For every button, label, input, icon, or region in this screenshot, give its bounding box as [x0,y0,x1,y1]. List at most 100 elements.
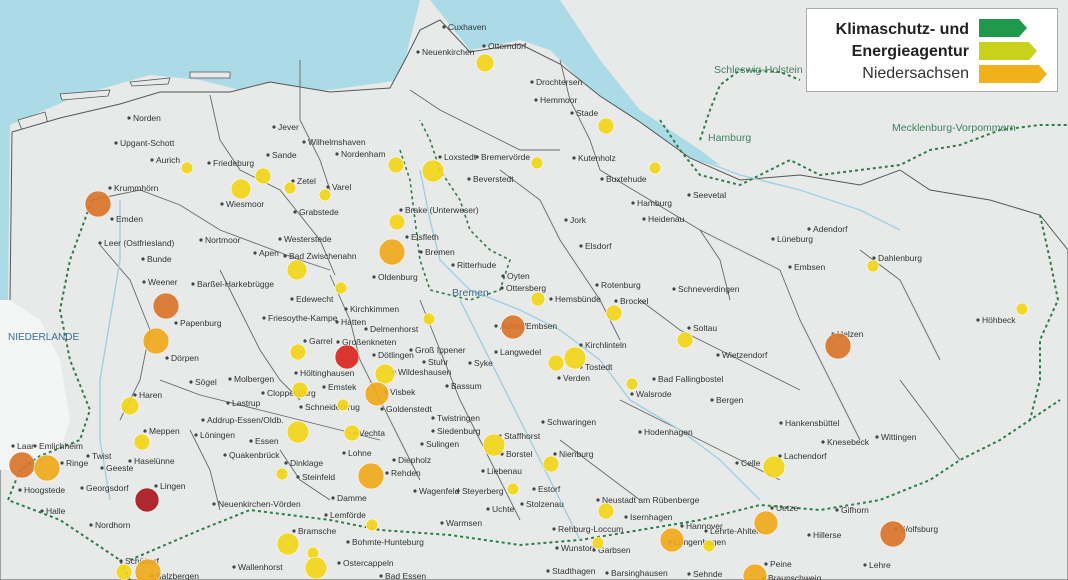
location-marker[interactable] [286,259,308,281]
location-marker[interactable] [625,377,639,391]
location-marker[interactable] [388,213,406,231]
location-marker[interactable] [475,53,495,73]
location-marker[interactable] [597,117,615,135]
location-marker[interactable] [387,156,405,174]
place-dot [416,50,420,54]
place-dot [212,502,216,506]
location-marker[interactable] [530,291,546,307]
place-dot [501,274,505,278]
location-marker[interactable] [142,327,170,355]
place-label: Quakenbrück [229,450,280,460]
place-dot [467,177,471,181]
location-marker[interactable] [334,281,348,295]
place-dot [438,155,442,159]
location-marker[interactable] [648,161,662,175]
location-marker[interactable] [364,381,390,407]
location-marker[interactable] [563,346,587,370]
location-marker[interactable] [8,451,36,479]
location-marker[interactable] [334,344,360,370]
location-marker[interactable] [374,363,396,385]
location-marker[interactable] [659,527,685,553]
place-label: Rehden [391,468,421,478]
place-dot [595,283,599,287]
location-marker[interactable] [152,292,180,320]
location-marker[interactable] [254,167,272,185]
place-label: Dinklage [290,458,323,468]
location-marker[interactable] [422,312,436,326]
location-marker[interactable] [133,433,151,451]
place-label: Celle [741,458,761,468]
place-label: Jork [570,215,587,225]
location-marker[interactable] [1015,302,1029,316]
location-marker[interactable] [753,510,779,536]
state-border-sh [699,68,801,141]
location-marker[interactable] [336,398,350,412]
location-marker[interactable] [421,159,445,183]
location-marker[interactable] [547,354,565,372]
place-label: Stolzenau [526,499,564,509]
location-marker[interactable] [591,536,605,550]
location-marker[interactable] [482,433,506,457]
location-marker[interactable] [357,462,385,490]
location-marker[interactable] [275,467,289,481]
location-marker[interactable] [500,314,526,340]
place-dot [422,360,426,364]
location-marker[interactable] [597,502,615,520]
place-dot [253,251,257,255]
location-marker[interactable] [286,420,310,444]
location-marker[interactable] [180,161,194,175]
location-marker[interactable] [115,563,133,580]
location-marker[interactable] [33,454,61,482]
location-marker[interactable] [676,331,694,349]
place-dot [385,471,389,475]
place-dot [770,506,774,510]
location-marker[interactable] [343,424,361,442]
place-dot [431,429,435,433]
place-dot [127,116,131,120]
location-marker[interactable] [530,156,544,170]
place-dot [716,353,720,357]
place-label: Geeste [106,463,134,473]
place-label: Varel [332,182,351,192]
location-marker[interactable] [84,190,112,218]
place-label: Oyten [507,271,530,281]
place-label: Sande [272,150,297,160]
location-marker[interactable] [283,181,297,195]
place-label: Upgant-Schott [120,138,175,148]
place-label: Estorf [538,484,561,494]
legend-arrow-amber [979,65,1047,83]
location-marker[interactable] [605,304,623,322]
location-marker[interactable] [134,487,160,513]
place-dot [142,280,146,284]
place-label: Westerstede [284,234,332,244]
place-dot [324,513,328,517]
place-label: Hamburg [637,198,672,208]
location-marker[interactable] [304,556,328,580]
location-marker[interactable] [378,238,406,266]
place-label: Kirchlinteln [585,340,627,350]
location-marker[interactable] [230,178,252,200]
map[interactable]: NIEDERLANDE Schleswig-Holstein Hamburg Meck… [0,0,1068,580]
place-label: Diepholz [398,455,431,465]
location-marker[interactable] [824,332,852,360]
location-marker[interactable] [702,539,716,553]
location-marker[interactable] [506,482,520,496]
location-marker[interactable] [291,381,309,399]
place-dot [570,111,574,115]
place-dot [835,508,839,512]
location-marker[interactable] [879,520,907,548]
location-marker[interactable] [866,259,880,273]
location-marker[interactable] [289,343,307,361]
location-marker[interactable] [120,396,140,416]
location-marker[interactable] [762,455,786,479]
place-label: Schneverdingen [678,284,740,294]
place-label: Elsfleth [411,232,439,242]
location-marker[interactable] [365,518,379,532]
place-label: Bergen [716,395,744,405]
location-marker[interactable] [542,455,560,473]
place-label: Aurich [156,155,180,165]
location-marker[interactable] [318,188,332,202]
place-label: Heidenau [648,214,685,224]
location-marker[interactable] [276,532,300,556]
place-label: Braunschweig [768,573,822,580]
